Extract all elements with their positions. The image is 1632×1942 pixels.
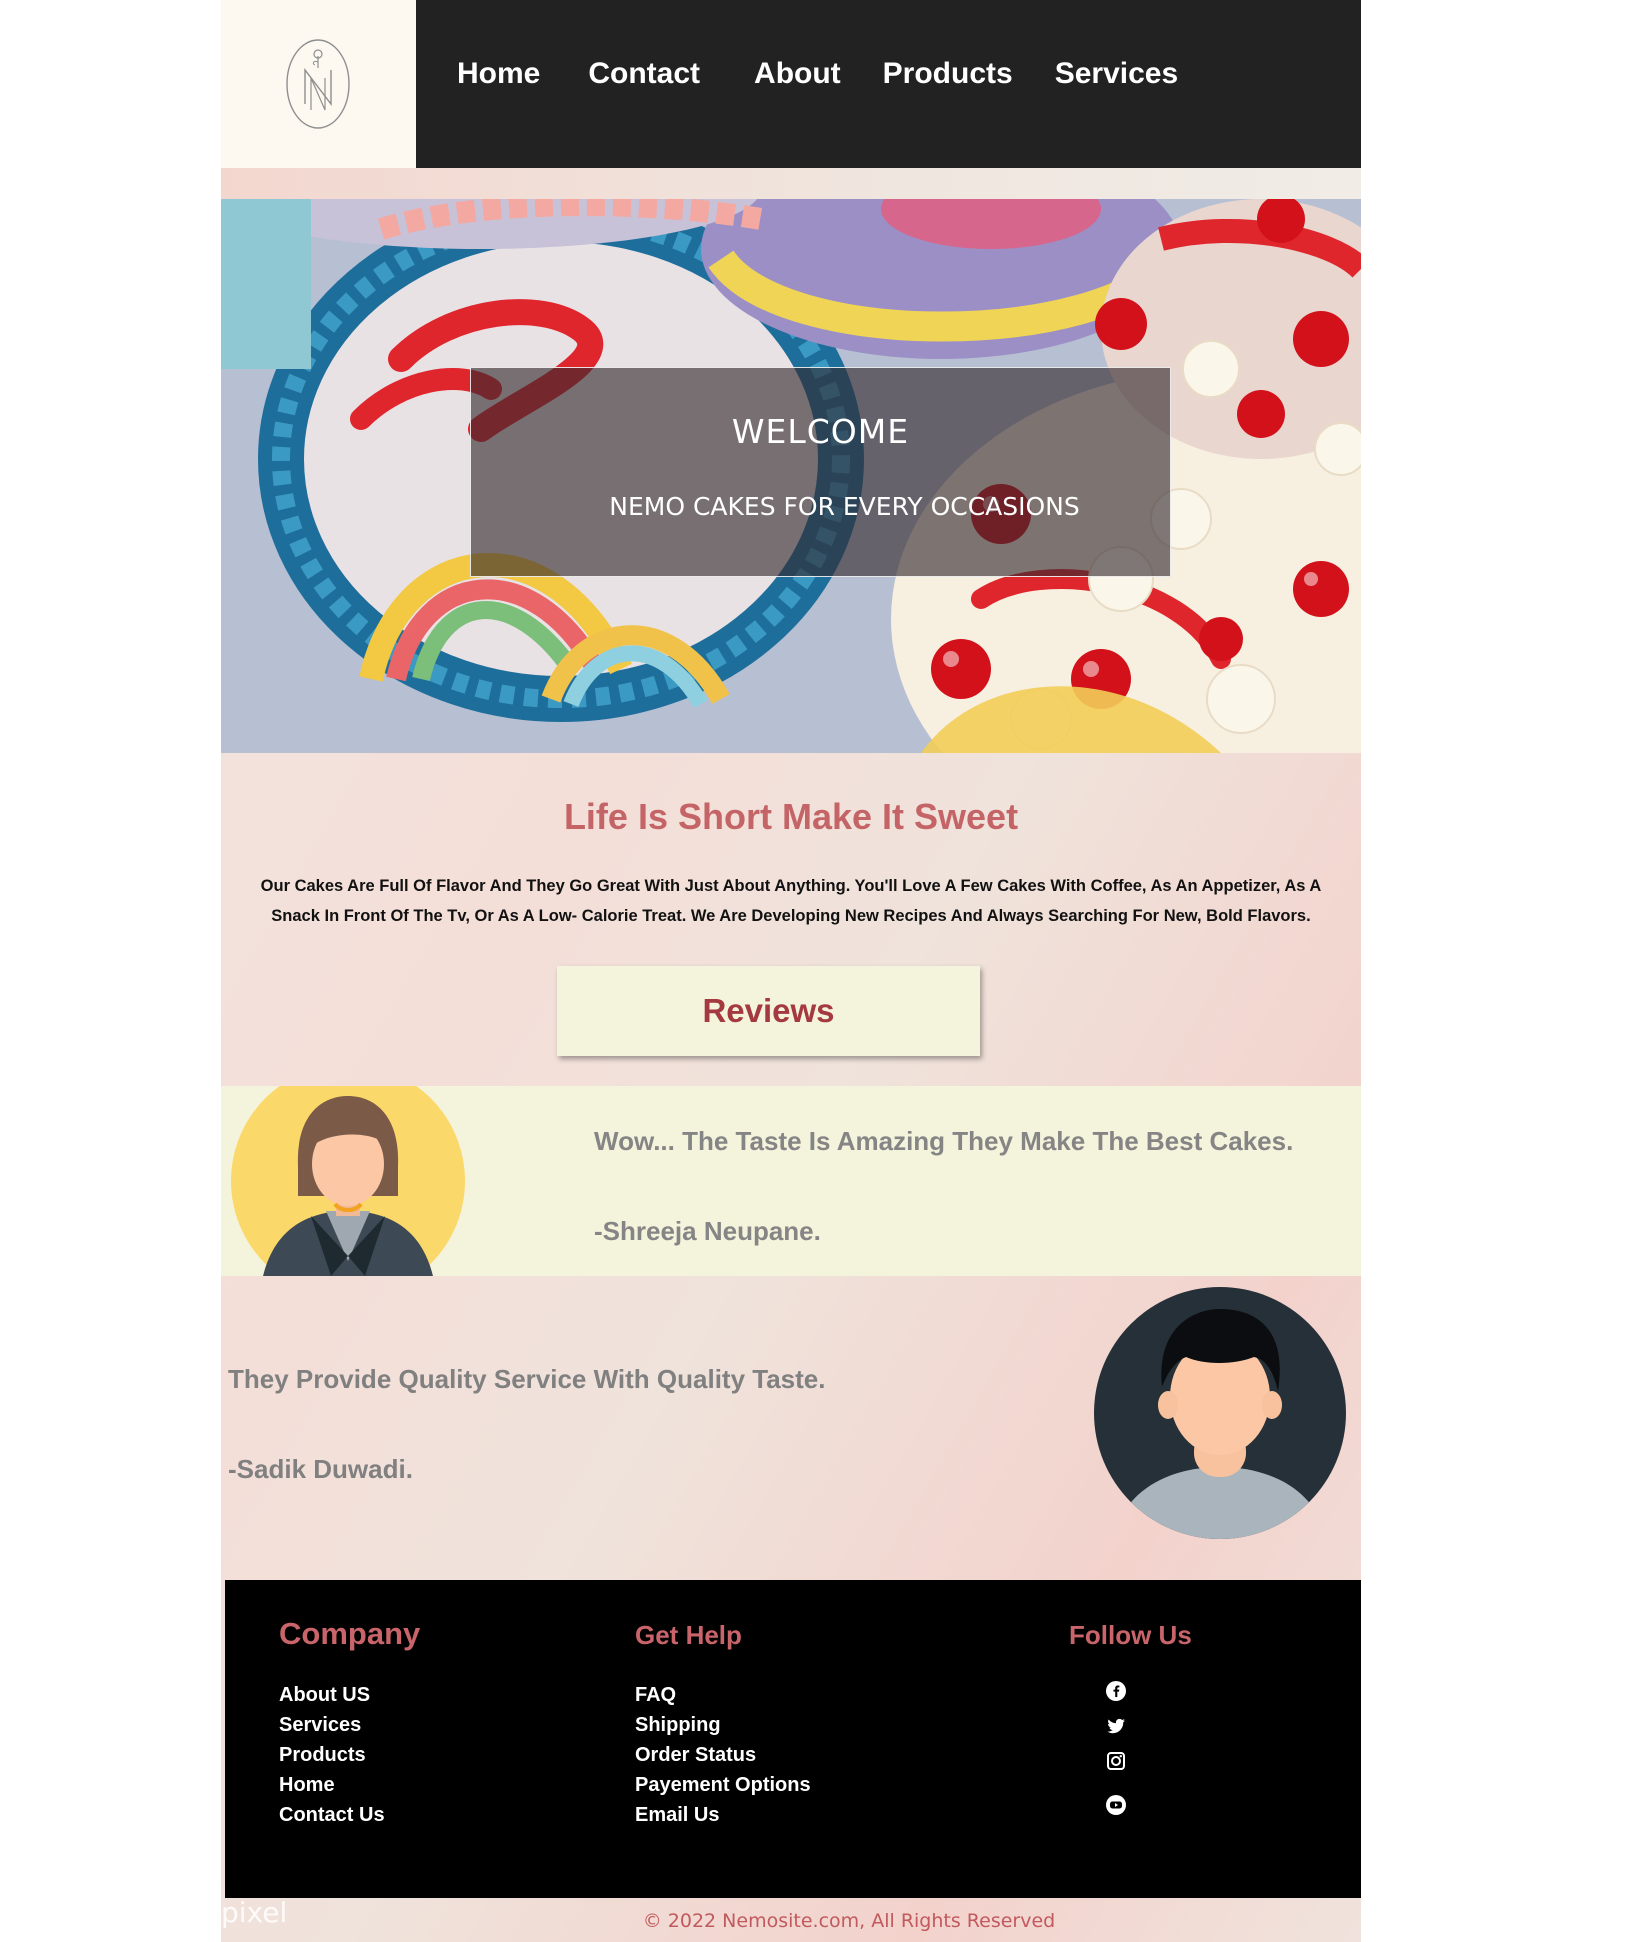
watermark-text: pixel xyxy=(221,1896,288,1929)
site-header: Home Contact About Products Services xyxy=(221,0,1361,168)
hero-banner: WELCOME NEMO CAKES FOR EVERY OCCASIONS xyxy=(221,199,1361,753)
male-avatar-icon xyxy=(1094,1287,1346,1539)
footer-link-faq[interactable]: FAQ xyxy=(635,1684,676,1706)
nav-home[interactable]: Home xyxy=(457,52,540,96)
intro-description: Our Cakes Are Full Of Flavor And They Go… xyxy=(235,871,1347,931)
twitter-icon[interactable] xyxy=(1105,1715,1127,1737)
reviews-button[interactable]: Reviews xyxy=(557,966,980,1056)
main-nav: Home Contact About Products Services xyxy=(457,52,1178,96)
intro-line-2: Snack In Front Of The Tv, Or As A Low- C… xyxy=(271,907,1311,925)
footer-link-email-us[interactable]: Email Us xyxy=(635,1804,719,1826)
site-footer: Company Get Help Follow Us About US Serv… xyxy=(225,1580,1361,1898)
facebook-icon[interactable] xyxy=(1105,1680,1127,1702)
footer-follow-heading: Follow Us xyxy=(1069,1620,1192,1650)
logo-area xyxy=(221,0,416,168)
review-card-1: Wow... The Taste Is Amazing They Make Th… xyxy=(221,1086,1361,1276)
footer-help-heading: Get Help xyxy=(635,1620,742,1650)
female-avatar-icon xyxy=(231,1086,465,1276)
nav-products[interactable]: Products xyxy=(883,52,1013,96)
footer-link-products[interactable]: Products xyxy=(279,1744,366,1766)
welcome-title: WELCOME xyxy=(731,412,910,451)
footer-company-heading: Company xyxy=(279,1616,421,1651)
nav-contact[interactable]: Contact xyxy=(588,52,700,96)
nn-monogram-logo-icon[interactable] xyxy=(285,38,351,130)
copyright-text: © 2022 Nemosite.com, All Rights Reserved xyxy=(642,1910,1056,1932)
footer-link-payment-options[interactable]: Payement Options xyxy=(635,1774,811,1796)
nav-services[interactable]: Services xyxy=(1055,52,1178,96)
review-1-author: -Shreeja Neupane. xyxy=(594,1216,821,1246)
tagline-heading: Life Is Short Make It Sweet xyxy=(563,796,1019,837)
review-2-text: They Provide Quality Service With Qualit… xyxy=(228,1364,826,1394)
hero-top-strip xyxy=(221,168,1361,199)
page: Home Contact About Products Services WEL… xyxy=(221,0,1361,1942)
footer-link-about-us[interactable]: About US xyxy=(279,1684,370,1706)
footer-company-links: About US Services Products Home Contact … xyxy=(279,1680,385,1830)
footer-link-services[interactable]: Services xyxy=(279,1714,361,1736)
footer-link-home[interactable]: Home xyxy=(279,1774,335,1796)
welcome-subtitle: NEMO CAKES FOR EVERY OCCASIONS xyxy=(609,492,1080,521)
footer-help-links: FAQ Shipping Order Status Payement Optio… xyxy=(635,1680,811,1830)
intro-line-1: Our Cakes Are Full Of Flavor And They Go… xyxy=(260,877,1322,895)
review-2-author: -Sadik Duwadi. xyxy=(228,1454,413,1484)
welcome-overlay: WELCOME NEMO CAKES FOR EVERY OCCASIONS xyxy=(470,367,1171,577)
youtube-icon[interactable] xyxy=(1105,1794,1127,1816)
nav-about[interactable]: About xyxy=(754,52,841,96)
footer-link-shipping[interactable]: Shipping xyxy=(635,1714,721,1736)
instagram-icon[interactable] xyxy=(1105,1750,1127,1772)
review-1-text: Wow... The Taste Is Amazing They Make Th… xyxy=(594,1126,1294,1156)
footer-link-order-status[interactable]: Order Status xyxy=(635,1744,756,1766)
footer-link-contact-us[interactable]: Contact Us xyxy=(279,1804,385,1826)
